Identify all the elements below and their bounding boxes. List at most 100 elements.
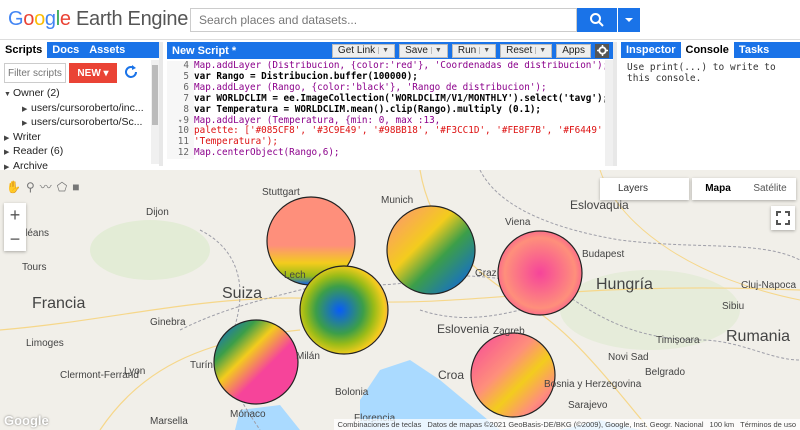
range-circle[interactable] xyxy=(299,265,389,355)
zoom-in-button[interactable]: + xyxy=(4,203,26,227)
tree-item-repo[interactable]: ▶ users/cursoroberto/inc... xyxy=(4,102,152,117)
map-view[interactable]: Stuttgart Munich Viena Eslovaquia Budape… xyxy=(0,170,800,430)
code-editor[interactable]: 4 Map.addLayer (Distribucion, {color:'red… xyxy=(167,61,605,166)
reset-button[interactable]: Reset ▼ xyxy=(500,43,553,58)
layers-button[interactable]: Layers xyxy=(600,178,689,200)
scrollbar[interactable] xyxy=(605,60,613,166)
map-label-city: Tours xyxy=(22,262,47,273)
range-circle[interactable] xyxy=(213,319,299,405)
tab-assets[interactable]: Assets xyxy=(84,42,130,58)
line-number: 4 xyxy=(167,61,194,72)
code-text: Map.centerObject(Rango,6); xyxy=(194,147,340,159)
polyline-icon[interactable]: 〰 xyxy=(40,178,52,195)
button-label: Get Link xyxy=(337,45,376,56)
scrollbar[interactable] xyxy=(151,60,159,164)
code-editor-panel: New Script * Get Link ▼ Save ▼ Run ▼ Reset ▼… xyxy=(167,42,617,166)
search-button[interactable] xyxy=(577,8,617,32)
rectangle-icon[interactable]: ■ xyxy=(72,180,79,194)
map-label-country: Hungría xyxy=(596,276,653,293)
range-circle[interactable] xyxy=(386,205,476,295)
logo-letter: o xyxy=(34,8,45,30)
caret-down-icon: ▼ xyxy=(4,91,11,98)
code-line[interactable]: 12 Map.centerObject(Rango,6); xyxy=(167,147,605,160)
terms-link[interactable]: Términos de uso xyxy=(740,419,796,430)
map-label-city: Stuttgart xyxy=(262,187,300,198)
scrollbar-thumb[interactable] xyxy=(152,65,158,125)
save-button[interactable]: Save ▼ xyxy=(399,43,448,58)
caret-right-icon: ▶ xyxy=(22,120,28,127)
tab-console[interactable]: Console xyxy=(680,42,734,58)
map-label-city: Lech xyxy=(284,270,306,281)
chevron-down-icon[interactable]: ▼ xyxy=(430,47,442,54)
map-canvas[interactable] xyxy=(0,170,800,430)
map-label-country: Rumania xyxy=(726,328,791,345)
search-icon xyxy=(590,13,604,27)
scripts-panel: Scripts Docs Assets NEW ▾ ▼Owner (2) ▶us… xyxy=(0,42,163,172)
button-label: Run xyxy=(457,45,477,56)
keyboard-shortcuts-link[interactable]: Combinaciones de teclas xyxy=(338,419,422,430)
tab-inspector[interactable]: Inspector xyxy=(621,42,681,58)
range-circle[interactable] xyxy=(497,230,583,316)
filter-scripts-input[interactable] xyxy=(4,63,66,83)
caret-right-icon: ▶ xyxy=(22,105,28,113)
earth-engine-logo[interactable]: Google Earth Engine xyxy=(8,8,188,31)
tree-item-owner[interactable]: ▼ Owner (2) xyxy=(4,87,152,102)
scale-bar[interactable]: 100 km xyxy=(710,419,735,430)
tree-item-repo[interactable]: ▶ users/cursoroberto/Sc... xyxy=(4,116,152,131)
script-title: New Script * xyxy=(172,44,237,57)
tree-label: users/cursoroberto/inc... xyxy=(31,101,144,114)
apps-button[interactable]: Apps xyxy=(556,43,591,58)
gear-icon xyxy=(596,45,608,56)
line-number: 12 xyxy=(167,147,194,160)
map-label-country: Suiza xyxy=(222,285,263,302)
logo-product-name: Earth Engine xyxy=(70,8,189,30)
point-marker-icon[interactable]: ⚲ xyxy=(26,180,35,194)
map-label-city: Sibiu xyxy=(722,301,745,312)
range-circle[interactable] xyxy=(470,332,556,418)
search-input[interactable] xyxy=(190,8,577,32)
line-number: 6 xyxy=(167,82,194,94)
new-script-button[interactable]: NEW ▾ xyxy=(69,63,117,83)
tree-item-reader[interactable]: ▶ Reader (6) xyxy=(4,145,152,160)
map-type-toggle: Mapa Satélite xyxy=(692,178,796,200)
fullscreen-button[interactable] xyxy=(771,206,795,230)
map-label-city: Clermont-Ferrand xyxy=(60,370,139,381)
chevron-down-icon[interactable]: ▼ xyxy=(479,47,490,54)
zoom-control: + − xyxy=(4,203,26,251)
tree-label: users/cursoroberto/Sc... xyxy=(31,116,143,128)
button-label: Apps xyxy=(562,45,585,56)
hand-icon[interactable]: ✋ xyxy=(6,180,21,194)
polygon-icon[interactable]: ⬠ xyxy=(57,180,67,194)
get-link-button[interactable]: Get Link ▼ xyxy=(331,43,396,58)
code-text: var Temperatura = WORLDCLIM.mean().clip(… xyxy=(194,103,542,115)
tab-docs[interactable]: Docs xyxy=(47,42,84,58)
map-label-city: Graz xyxy=(475,268,497,279)
map-type-map-button[interactable]: Mapa xyxy=(692,178,744,200)
map-label-city: Zagreb xyxy=(493,326,525,337)
zoom-out-button[interactable]: − xyxy=(4,227,26,251)
console-output: Use print(...) to write to this console. xyxy=(627,62,782,84)
code-line[interactable]: 8 var Temperatura = WORLDCLIM.mean().clip… xyxy=(167,103,605,116)
code-text: var WORLDCLIM = ee.ImageCollection('WORL… xyxy=(194,92,605,104)
tree-item-writer[interactable]: ▶ Writer xyxy=(4,131,152,146)
chevron-down-icon[interactable]: ▼ xyxy=(535,47,546,54)
map-label-city: Viena xyxy=(505,217,531,228)
search-dropdown-button[interactable] xyxy=(618,8,640,32)
tab-tasks[interactable]: Tasks xyxy=(734,42,774,58)
map-type-satellite-button[interactable]: Satélite xyxy=(744,178,796,200)
fullscreen-icon xyxy=(776,211,790,225)
map-label-country: Croa xyxy=(438,368,465,382)
editor-toolbar: New Script * Get Link ▼ Save ▼ Run ▼ Reset ▼… xyxy=(167,42,613,59)
logo-letter: o xyxy=(23,8,35,30)
tab-scripts[interactable]: Scripts xyxy=(0,42,48,58)
code-line[interactable]: 7 var WORLDCLIM = ee.ImageCollection('WOR… xyxy=(167,92,605,105)
line-number: 8 xyxy=(167,104,194,116)
refresh-icon[interactable] xyxy=(123,64,139,80)
map-label-city: Cluj-Napoca xyxy=(741,280,797,291)
run-button[interactable]: Run ▼ xyxy=(451,43,497,58)
top-bar: Google Earth Engine xyxy=(0,0,800,40)
settings-button[interactable] xyxy=(595,43,609,58)
chevron-down-icon[interactable]: ▼ xyxy=(378,47,389,54)
console-panel: Inspector Console Tasks Use print(...) t… xyxy=(621,42,800,166)
map-label-city: Dijon xyxy=(146,207,169,218)
